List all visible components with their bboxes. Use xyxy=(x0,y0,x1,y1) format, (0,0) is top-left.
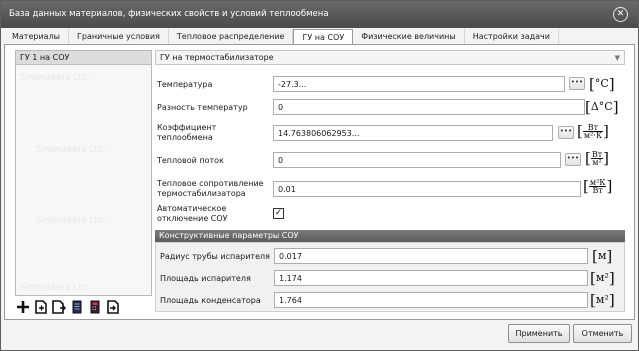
watermark: Simmakers Ltd. xyxy=(36,216,107,226)
coefficient-field[interactable]: 14.763806062953... xyxy=(273,125,553,141)
coefficient-edit-button[interactable]: ••• xyxy=(558,126,574,139)
bc-type-select[interactable]: ГУ на термостабилизаторе ▼ xyxy=(155,50,625,65)
coefficient-label-line1: Коэффициент xyxy=(157,123,217,132)
tab-materials[interactable]: Материалы xyxy=(4,29,69,45)
temperature-field[interactable]: -27.3... xyxy=(273,76,565,92)
tab-bar: Материалы Граничные условия Тепловое рас… xyxy=(4,29,635,45)
calculator-icon[interactable] xyxy=(87,299,103,315)
evaporator-area-label: Площадь испарителя xyxy=(160,274,251,283)
auto-off-checkbox[interactable]: ✓ xyxy=(273,208,284,219)
evaporator-area-field[interactable]: 1.174 xyxy=(274,270,588,286)
resistance-unit: [ м²К Вт ] xyxy=(583,177,613,195)
temperature-edit-button[interactable]: ••• xyxy=(569,77,585,90)
watermark: Simmakers Ltd. xyxy=(20,73,91,83)
radius-unit: [м] xyxy=(592,247,613,265)
export-icon[interactable] xyxy=(105,299,121,315)
list-toolbar xyxy=(15,298,121,316)
heat-flux-edit-button[interactable]: ••• xyxy=(565,153,581,166)
watermark: Simmakers Ltd. xyxy=(36,145,107,155)
evaporator-area-unit-text: м² xyxy=(595,271,609,284)
heat-flux-unit: [ Вт м² ] xyxy=(585,149,610,167)
resistance-label-line1: Тепловое сопротивление xyxy=(157,179,264,188)
radius-label: Радиус трубы испарителя xyxy=(160,252,270,261)
watermark: Simmakers Ltd. xyxy=(20,283,91,293)
auto-off-label-line2: отключение СОУ xyxy=(157,214,228,223)
new-document-icon[interactable] xyxy=(33,299,49,315)
condenser-area-unit: [м²] xyxy=(590,291,615,309)
condenser-area-label: Площадь конденсатора xyxy=(160,296,261,305)
import-icon[interactable] xyxy=(51,299,67,315)
bc-list[interactable]: ГУ 1 на СОУ Simmakers Ltd. Simmakers Ltd… xyxy=(15,50,152,296)
apply-button[interactable]: Применить xyxy=(508,324,570,343)
tab-physical-quantities[interactable]: Физические величины xyxy=(353,29,465,45)
temp-diff-unit-text: Δ°C xyxy=(590,100,613,113)
close-button[interactable]: ✕ xyxy=(613,7,628,22)
tab-boundary-conditions[interactable]: Граничные условия xyxy=(69,29,169,45)
coefficient-unit-den: м²·К xyxy=(583,130,603,140)
design-params-header: Конструктивные параметры СОУ xyxy=(155,230,625,242)
properties-area: ГУ на термостабилизаторе ▼ Температура -… xyxy=(155,50,629,318)
window-title: База данных материалов, физических свойс… xyxy=(9,9,329,19)
temperature-unit-text: °C xyxy=(594,77,609,90)
resistance-label-line2: термостабилизатора xyxy=(157,189,246,198)
resistance-field[interactable]: 0.01 xyxy=(273,181,581,197)
tab-thermal-distribution[interactable]: Тепловое распределение xyxy=(168,29,294,45)
resistance-unit-den: Вт xyxy=(592,185,603,195)
temp-diff-field[interactable]: 0 xyxy=(273,99,585,115)
bc-type-value: ГУ на термостабилизаторе xyxy=(160,53,274,62)
temp-diff-unit: [Δ°C] xyxy=(585,98,619,116)
chevron-down-icon: ▼ xyxy=(614,54,620,62)
tab-panel: ГУ 1 на СОУ Simmakers Ltd. Simmakers Ltd… xyxy=(4,44,635,320)
temp-diff-label: Разность температур xyxy=(157,103,248,112)
design-params-group: Радиус трубы испарителя 0.017 [м] Площад… xyxy=(155,242,625,312)
auto-off-label-line1: Автоматическое xyxy=(157,204,227,213)
condenser-area-field[interactable]: 1.764 xyxy=(274,292,588,308)
temperature-label: Температура xyxy=(157,80,213,89)
coefficient-label-line2: теплообмена xyxy=(157,133,213,142)
radius-field[interactable]: 0.017 xyxy=(274,248,588,264)
heat-flux-label: Тепловой поток xyxy=(157,156,224,165)
tab-bc-cooling-devices[interactable]: ГУ на СОУ xyxy=(293,29,354,45)
title-bar[interactable]: База данных материалов, физических свойс… xyxy=(1,1,638,28)
heat-flux-unit-den: м² xyxy=(592,157,602,167)
tab-task-settings[interactable]: Настройки задачи xyxy=(464,29,559,45)
condenser-area-unit-text: м² xyxy=(595,293,609,306)
evaporator-area-unit: [м²] xyxy=(590,269,615,287)
temperature-unit: [°C] xyxy=(589,75,615,93)
list-item[interactable]: ГУ 1 на СОУ xyxy=(16,51,151,65)
coefficient-unit: [ Вт м²·К ] xyxy=(577,122,609,140)
cancel-button[interactable]: Отменить xyxy=(573,324,632,343)
add-icon[interactable] xyxy=(15,299,31,315)
database-dialog: База данных материалов, физических свойс… xyxy=(0,0,639,351)
heat-flux-field[interactable]: 0 xyxy=(273,152,561,168)
database-icon[interactable] xyxy=(69,299,85,315)
